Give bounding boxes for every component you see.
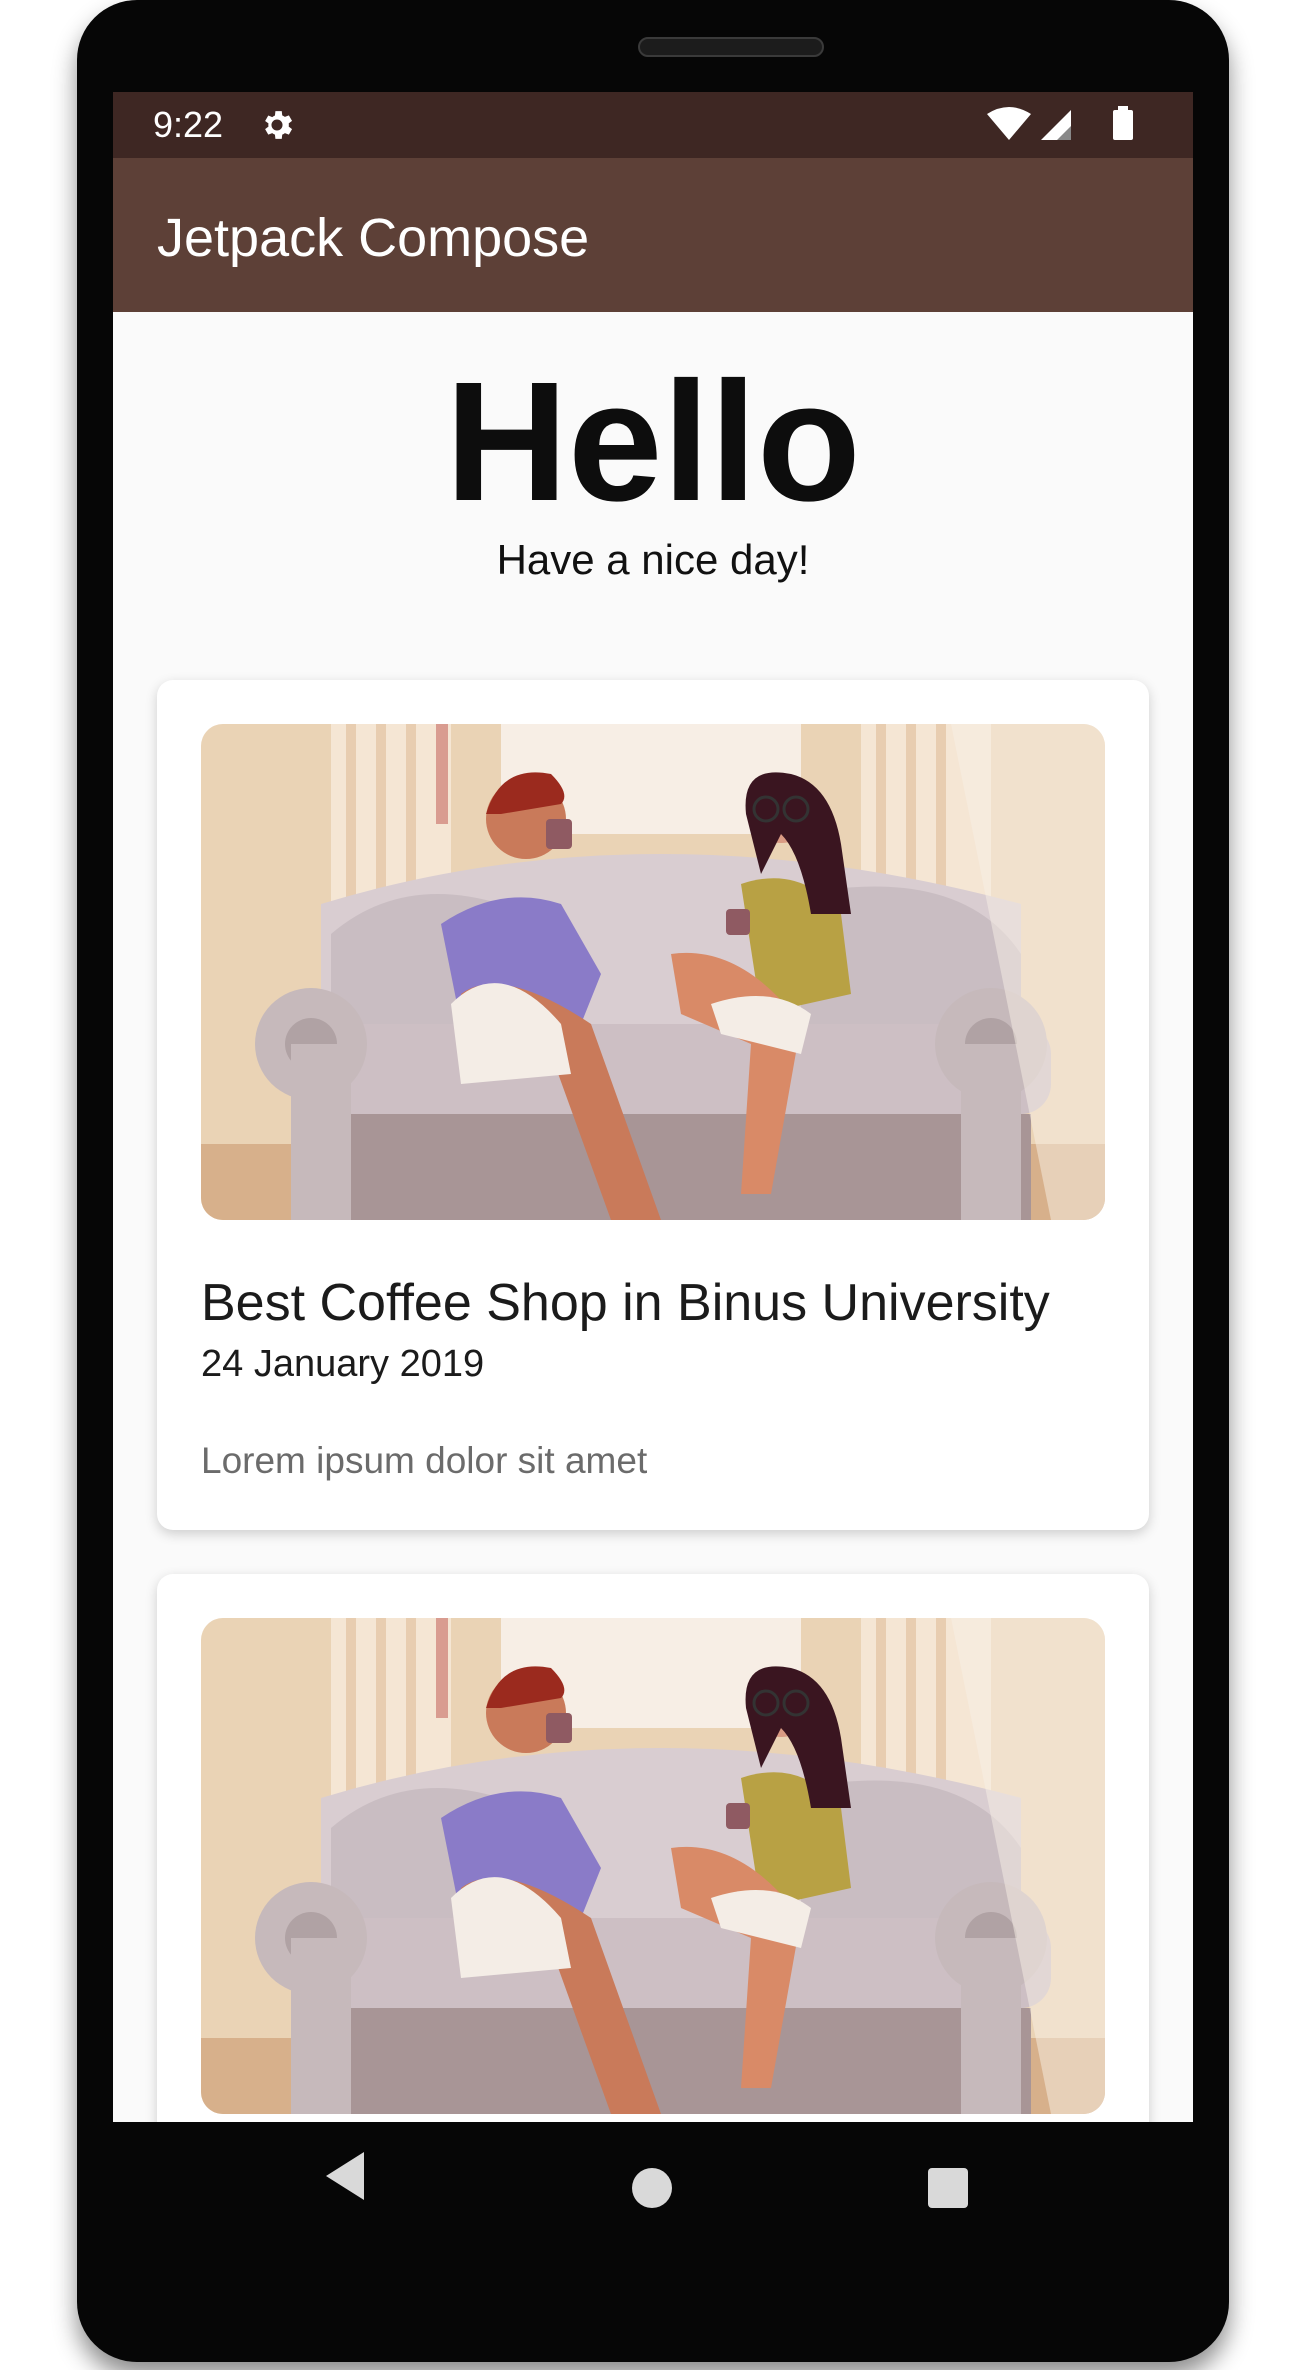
article-card[interactable] — [157, 1574, 1149, 2122]
content-scroll[interactable]: Hello Have a nice day! Best Coffee Shop … — [113, 312, 1193, 2122]
article-card[interactable]: Best Coffee Shop in Binus University 24 … — [157, 680, 1149, 1530]
card-date: 24 January 2019 — [201, 1343, 485, 1385]
card-title: Best Coffee Shop in Binus University — [201, 1274, 1050, 1332]
couple-on-sofa-illustration — [201, 1618, 1105, 2114]
speaker-grille — [638, 37, 824, 57]
status-bar: 9:22 — [113, 92, 1193, 158]
app-bar-title: Jetpack Compose — [157, 208, 590, 268]
card-illustration — [201, 1618, 1105, 2114]
wifi-icon — [987, 107, 1031, 140]
home-icon[interactable] — [632, 2168, 672, 2208]
app-bar: Jetpack Compose — [113, 158, 1193, 312]
device-screen: 9:22 Jetpack Compose Hello Have a nice d… — [113, 92, 1193, 2122]
card-illustration — [201, 724, 1105, 1220]
greeting-subtitle: Have a nice day! — [496, 536, 810, 583]
status-icons — [987, 106, 1133, 140]
battery-icon — [1113, 110, 1133, 140]
status-time: 9:22 — [153, 104, 224, 145]
recents-icon[interactable] — [928, 2168, 968, 2208]
back-icon[interactable] — [326, 2152, 364, 2200]
gear-icon — [265, 111, 293, 139]
card-description: Lorem ipsum dolor sit amet — [201, 1440, 648, 1481]
couple-on-sofa-illustration — [201, 724, 1105, 1220]
greeting-title: Hello — [445, 347, 861, 537]
